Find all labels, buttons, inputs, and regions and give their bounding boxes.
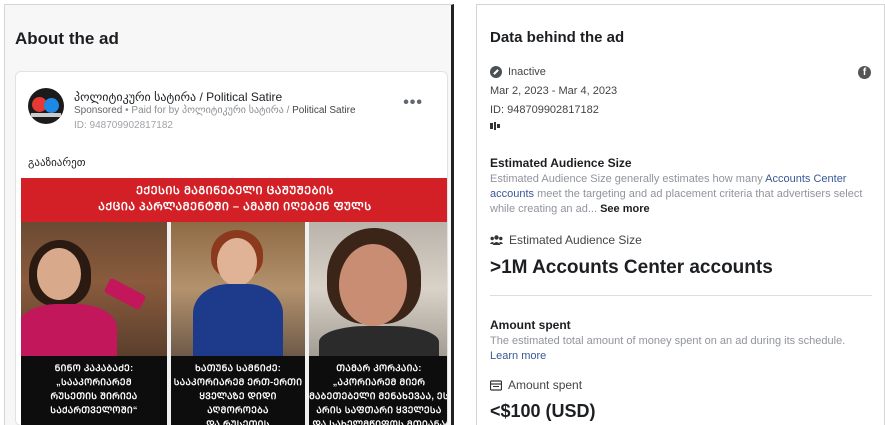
page-name-link[interactable]: პოლიტიკური სატირა / Political Satire — [74, 90, 282, 104]
platform-icon — [490, 122, 500, 133]
quote-2-line-4: ᲓᲐ ᲠᲣᲡᲔᲗᲘᲡ ᲒᲐᲛᲠᲫᲔᲚᲔᲑᲐᲐ — [206, 419, 270, 425]
data-behind-ad-panel: Data behind the ad Inactive f Mar 2, 202… — [476, 4, 885, 425]
quote-2-line-2: ᲡᲐᲐᲙᲝᲠᲘᲐᲠᲔᲛ ᲔᲠᲗ-ᲔᲠᲗᲘ — [173, 377, 303, 387]
quote-3-line-5: ᲓᲐ ᲡᲐᲮᲔᲚᲛᲬᲘᲤᲝᲡ ᲛᲗᲘᲐᲜᲐ — [312, 419, 446, 425]
face-shape — [37, 248, 81, 300]
banner-line-1: ᲔᲥᲔᲡᲘᲡ ᲛᲐᲒᲘᲜᲔᲑᲔᲚᲘ ᲪᲐᲨᲣᲨᲔᲑᲘᲡ — [136, 185, 334, 197]
see-more-link[interactable]: See more — [597, 203, 650, 215]
amount-spent-value: <$100 (USD) — [490, 401, 596, 421]
paid-for-name[interactable]: Political Satire — [292, 105, 355, 116]
amount-spent-description: The estimated total amount of money spen… — [490, 334, 875, 364]
amount-spent-label: Amount spent — [508, 378, 583, 392]
estimated-audience-label: Estimated Audience Size — [509, 233, 642, 247]
banner-line-2: ᲐᲥᲪᲘᲐ ᲞᲐᲠᲚᲐᲛᲔᲜᲢᲨᲘ – ᲐᲛᲐᲨᲘ ᲘᲦᲔᲑᲔᲜ ᲤᲣᲚᲡ — [98, 201, 372, 213]
creative-banner: ᲔᲥᲔᲡᲘᲡ ᲛᲐᲒᲘᲜᲔᲑᲔᲚᲘ ᲪᲐᲨᲣᲨᲔᲑᲘᲡ ᲐᲥᲪᲘᲐ ᲞᲐᲠᲚᲐᲛ… — [21, 178, 447, 222]
paid-for-prefix: • Paid for by პოლიტიკური სატირა / — [122, 105, 293, 116]
photo-person-2 — [171, 222, 305, 356]
theater-mask-icon-2 — [44, 98, 59, 113]
clothing-shape — [319, 326, 439, 356]
quote-3-line-4: ᲐᲠᲘᲡ ᲡᲐᲤᲗᲐᲠᲘ ᲧᲕᲔᲚᲔᲡᲐ — [316, 405, 442, 415]
more-options-button[interactable]: ••• — [403, 94, 423, 112]
quote-caption-1: ᲜᲘᲜᲝ ᲙᲐᲙᲐᲑᲐᲫᲔ: „ᲡᲐᲐᲙᲝᲠᲘᲐᲠᲔᲛ ᲠᲣᲡᲔᲗᲘᲡ ᲨᲘᲠᲘ… — [21, 356, 167, 425]
about-ad-title: About the ad — [15, 29, 119, 48]
ad-id: ID: 948709902817182 — [490, 104, 599, 116]
ad-creative-image[interactable]: ᲔᲥᲔᲡᲘᲡ ᲛᲐᲒᲘᲜᲔᲑᲔᲚᲘ ᲪᲐᲨᲣᲨᲔᲑᲘᲡ ᲐᲥᲪᲘᲐ ᲞᲐᲠᲚᲐᲛ… — [21, 178, 448, 425]
inactive-status-icon — [490, 66, 502, 78]
date-range: Mar 2, 2023 - Mar 4, 2023 — [490, 85, 618, 97]
sponsored-label: Sponsored — [74, 105, 123, 116]
estimated-audience-heading: Estimated Audience Size — [490, 156, 632, 170]
clothing-shape — [21, 304, 117, 356]
est-desc-text-1: Estimated Audience Size generally estima… — [490, 173, 766, 185]
estimated-audience-value: >1M Accounts Center accounts — [490, 257, 773, 278]
quote-1-line-2: „ᲡᲐᲐᲙᲝᲠᲘᲐᲠᲔᲛ — [56, 377, 132, 387]
quote-caption-2: ᲮᲐᲗᲣᲜᲐ ᲡᲐᲛᲜᲘᲫᲔ: ᲡᲐᲐᲙᲝᲠᲘᲐᲠᲔᲛ ᲔᲠᲗ-ᲔᲠᲗᲘ ᲧᲕᲔ… — [171, 356, 305, 425]
data-behind-title: Data behind the ad — [490, 29, 625, 46]
quote-caption-3: ᲗᲐᲛᲐᲠ ᲙᲝᲠᲙᲐᲘᲐ: „ᲐᲙᲝᲠᲘᲐᲠᲔᲛ ᲛᲘᲔᲠ ᲛᲐᲑᲔᲗᲔᲑᲔᲚ… — [309, 356, 448, 425]
sponsor-line: Sponsored • Paid for by პოლიტიკური სატირ… — [74, 105, 356, 116]
clothing-shape — [193, 284, 283, 356]
quote-2-line-1: ᲮᲐᲗᲣᲜᲐ ᲡᲐᲛᲜᲘᲫᲔ: — [194, 363, 282, 373]
status-row: Inactive — [490, 66, 546, 78]
estimated-audience-label-row: Estimated Audience Size — [490, 233, 642, 247]
amount-spent-heading: Amount spent — [490, 318, 571, 332]
photo-person-1 — [21, 222, 167, 356]
est-desc-text-2: meet the targeting and ad placement crit… — [490, 188, 863, 215]
face-shape — [217, 238, 257, 286]
money-icon — [490, 379, 502, 391]
page-avatar[interactable] — [28, 88, 64, 124]
microphone-icon — [103, 277, 147, 311]
photo-person-3 — [309, 222, 447, 356]
quote-2-line-3: ᲧᲕᲔᲚᲐᲖᲔ ᲓᲘᲓᲘ ᲐᲦᲛᲝᲠᲝᲔᲑᲐ — [199, 391, 277, 415]
quote-1-line-3: ᲠᲣᲡᲔᲗᲘᲡ ᲨᲘᲠᲘᲔᲐ — [50, 391, 138, 401]
amount-desc-text: The estimated total amount of money spen… — [490, 335, 846, 347]
people-icon — [490, 235, 503, 245]
platform-glyph — [490, 122, 500, 130]
facebook-icon: f — [858, 66, 871, 79]
ad-preview-card: პოლიტიკური სატირა / Political Satire Spo… — [15, 71, 448, 425]
quote-1-line-1: ᲜᲘᲜᲝ ᲙᲐᲙᲐᲑᲐᲫᲔ: — [54, 363, 134, 373]
quote-3-line-3: ᲛᲐᲑᲔᲗᲔᲑᲔᲚᲘ ᲛᲔᲜᲐᲮᲔᲕᲐᲐ, ᲔᲡ — [309, 391, 448, 401]
section-divider — [490, 295, 872, 296]
quote-3-line-1: ᲗᲐᲛᲐᲠ ᲙᲝᲠᲙᲐᲘᲐ: — [336, 363, 422, 373]
amount-spent-label-row: Amount spent — [490, 378, 582, 392]
learn-more-link[interactable]: Learn more — [490, 349, 875, 364]
avatar-band — [31, 113, 61, 117]
status-text: Inactive — [508, 66, 546, 78]
quote-3-line-2: „ᲐᲙᲝᲠᲘᲐᲠᲔᲛ ᲛᲘᲔᲠ — [332, 377, 426, 387]
estimated-audience-description: Estimated Audience Size generally estima… — [490, 172, 875, 217]
quote-1-line-4: ᲡᲐᲥᲐᲠᲗᲕᲔᲚᲝᲨᲘ“ — [50, 405, 138, 415]
face-shape — [339, 244, 407, 326]
about-ad-panel: About the ad პოლიტიკური სატირა / Politic… — [4, 4, 454, 425]
ad-caption: გააზიარეთ — [28, 157, 86, 169]
ad-id-left: ID: 948709902817182 — [74, 120, 173, 131]
